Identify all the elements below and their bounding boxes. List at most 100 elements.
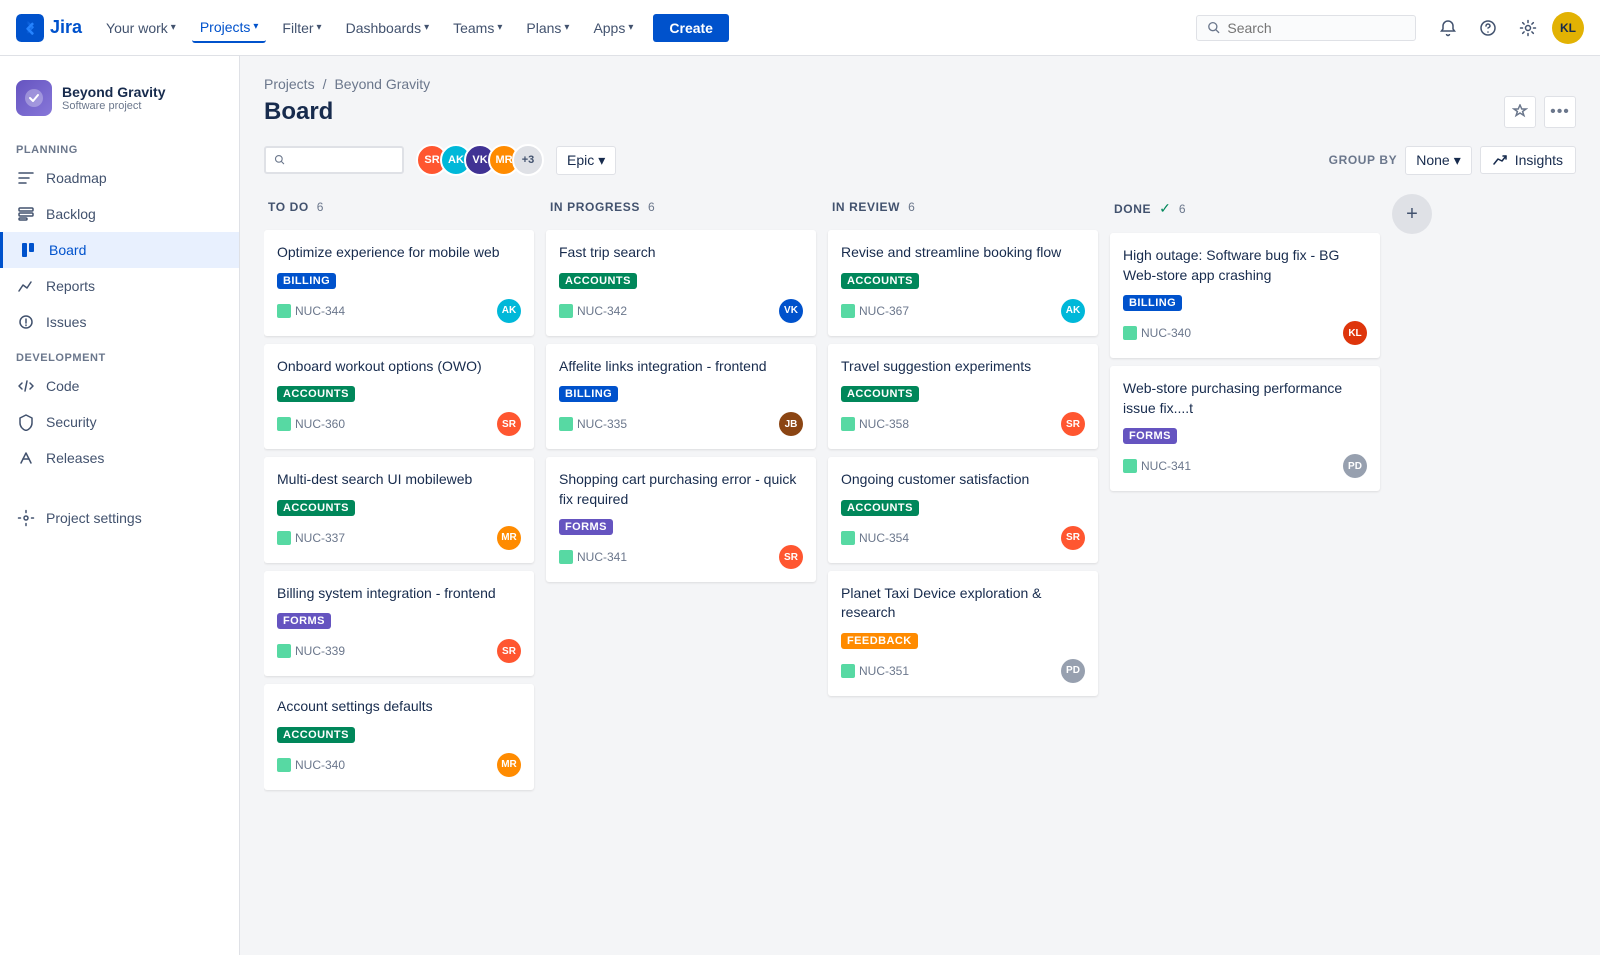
issue-icon [1123,459,1137,473]
user-avatar[interactable]: KL [1552,12,1584,44]
card-avatar: KL [1343,321,1367,345]
main-content: Projects / Beyond Gravity Board ••• [240,56,1600,955]
card-avatar: AK [497,299,521,323]
page-title-row: Board ••• [264,96,1576,128]
code-icon [16,376,36,396]
project-icon [16,80,52,116]
tag-forms: FORMS [277,613,331,629]
nav-your-work[interactable]: Your work ▾ [98,14,184,42]
nav-projects[interactable]: Projects ▾ [192,13,267,43]
issue-icon [277,531,291,545]
card-nuc-344[interactable]: Optimize experience for mobile web BILLI… [264,230,534,336]
sidebar-item-board[interactable]: Board [0,232,239,268]
search-input[interactable] [1227,20,1405,36]
card-nuc-340-done[interactable]: High outage: Software bug fix - BG Web-s… [1110,233,1380,358]
group-by-button[interactable]: None ▾ [1405,146,1472,175]
sidebar-item-issues[interactable]: Issues [0,304,239,340]
sidebar-project-header: Beyond Gravity Software project [0,72,239,132]
card-nuc-354[interactable]: Ongoing customer satisfaction ACCOUNTS N… [828,457,1098,563]
settings-icon [16,508,36,528]
card-avatar: MR [497,526,521,550]
help-button[interactable] [1472,12,1504,44]
issue-icon [277,417,291,431]
releases-icon [16,448,36,468]
chevron-down-icon: ▾ [317,22,322,33]
settings-button[interactable] [1512,12,1544,44]
issue-icon [277,758,291,772]
top-navigation: Jira Your work ▾ Projects ▾ Filter ▾ Das… [0,0,1600,56]
card-nuc-340-todo[interactable]: Account settings defaults ACCOUNTS NUC-3… [264,684,534,790]
sidebar-project-info: Beyond Gravity Software project [62,84,165,112]
jira-wordmark: Jira [50,17,82,38]
breadcrumb: Projects / Beyond Gravity [264,76,1576,92]
sidebar-item-code[interactable]: Code [0,368,239,404]
card-nuc-351[interactable]: Planet Taxi Device exploration & researc… [828,571,1098,696]
insights-button[interactable]: Insights [1480,146,1576,174]
tag-accounts: ACCOUNTS [277,500,355,516]
ellipsis-icon: ••• [1550,103,1570,121]
jira-logo-icon [16,14,44,42]
column-header-todo: TO DO 6 [264,192,534,222]
bell-icon [1439,19,1457,37]
chart-icon [1493,152,1509,168]
board-columns: TO DO 6 Optimize experience for mobile w… [264,192,1576,814]
sidebar-item-releases[interactable]: Releases [0,440,239,476]
card-nuc-341-done[interactable]: Web-store purchasing performance issue f… [1110,366,1380,491]
issue-icon [559,550,573,564]
planning-label: PLANNING [0,132,239,160]
board-toolbar: SR AK VK MR +3 Epic ▾ GROUP BY None ▾ [264,144,1576,176]
page-title: Board [264,98,333,126]
issue-icon [277,304,291,318]
card-nuc-367[interactable]: Revise and streamline booking flow ACCOU… [828,230,1098,336]
sidebar: Beyond Gravity Software project PLANNING… [0,56,240,955]
sidebar-item-security[interactable]: Security [0,404,239,440]
notifications-button[interactable] [1432,12,1464,44]
add-column-button[interactable]: + [1392,194,1432,234]
avatar-more[interactable]: +3 [512,144,544,176]
tag-accounts: ACCOUNTS [841,386,919,402]
card-nuc-337[interactable]: Multi-dest search UI mobileweb ACCOUNTS … [264,457,534,563]
sidebar-item-reports[interactable]: Reports [0,268,239,304]
card-nuc-360[interactable]: Onboard workout options (OWO) ACCOUNTS N… [264,344,534,450]
breadcrumb-projects[interactable]: Projects [264,76,315,92]
search-box[interactable] [1196,15,1416,41]
card-avatar: SR [1061,526,1085,550]
create-button[interactable]: Create [653,14,729,42]
reports-icon [16,276,36,296]
group-by-section: GROUP BY None ▾ Insights [1329,146,1576,175]
nav-plans[interactable]: Plans ▾ [518,14,577,42]
card-nuc-341-inprogress[interactable]: Shopping cart purchasing error - quick f… [546,457,816,582]
nav-filter[interactable]: Filter ▾ [274,14,329,42]
jira-logo[interactable]: Jira [16,14,82,42]
tag-billing: BILLING [1123,295,1182,311]
breadcrumb-project-name[interactable]: Beyond Gravity [334,76,430,92]
development-label: DEVELOPMENT [0,340,239,368]
issue-icon [559,417,573,431]
card-avatar: SR [779,545,803,569]
epic-filter-button[interactable]: Epic ▾ [556,146,616,175]
chevron-down-icon: ▾ [598,152,605,169]
board-search-box[interactable] [264,146,404,174]
board-search-input[interactable] [292,152,394,168]
sidebar-item-backlog[interactable]: Backlog [0,196,239,232]
sidebar-item-project-settings[interactable]: Project settings [0,500,239,536]
nav-teams[interactable]: Teams ▾ [445,14,510,42]
card-nuc-358[interactable]: Travel suggestion experiments ACCOUNTS N… [828,344,1098,450]
column-inreview: IN REVIEW 6 Revise and streamline bookin… [828,192,1098,798]
security-icon [16,412,36,432]
star-button[interactable] [1504,96,1536,128]
card-nuc-335[interactable]: Affelite links integration - frontend BI… [546,344,816,450]
tag-accounts: ACCOUNTS [277,727,355,743]
card-nuc-339[interactable]: Billing system integration - frontend FO… [264,571,534,677]
nav-dashboards[interactable]: Dashboards ▾ [338,14,438,42]
column-done: DONE ✓ 6 High outage: Software bug fix -… [1110,192,1380,798]
column-header-done: DONE ✓ 6 [1110,192,1380,225]
tag-accounts: ACCOUNTS [559,273,637,289]
nav-apps[interactable]: Apps ▾ [585,14,641,42]
tag-accounts: ACCOUNTS [277,386,355,402]
tag-feedback: FEEDBACK [841,633,918,649]
card-nuc-342[interactable]: Fast trip search ACCOUNTS NUC-342 VK [546,230,816,336]
more-options-button[interactable]: ••• [1544,96,1576,128]
avatar-group: SR AK VK MR +3 [416,144,544,176]
sidebar-item-roadmap[interactable]: Roadmap [0,160,239,196]
